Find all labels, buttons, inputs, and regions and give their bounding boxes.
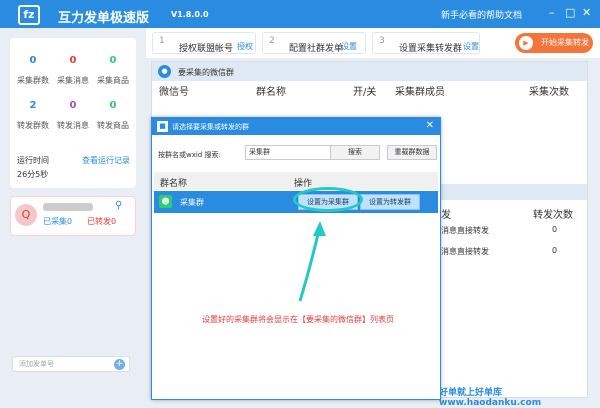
forward-row-2-text: 消息直接转发	[441, 247, 489, 256]
configure-link[interactable]: 设置	[341, 41, 357, 52]
add-account-field[interactable]: 添加发单号 +	[12, 356, 130, 372]
col-wechat-id: 微信号	[159, 87, 189, 98]
collect-forward-link[interactable]: 设置	[463, 41, 479, 52]
select-group-dialog: ■ 请选择要采集或转发的群 ✕ 按群名或wxid 搜索: 采集群 搜索 重载群数…	[151, 117, 441, 400]
col-on-off: 开/关	[353, 87, 377, 98]
account-card[interactable]: Q 已采集0 已转发0 ⚲	[10, 196, 136, 236]
stat-forward-groups: 2 转发群数	[17, 100, 49, 130]
title-bar: fz 互力发单极速版 V1.8.0.0 新手必看的帮助文档 – □ ✕	[0, 0, 600, 28]
step-collect-forward: 3 设置采集转发群 设置	[372, 32, 480, 54]
app-logo: fz	[18, 5, 40, 25]
col-forward: 发	[441, 210, 451, 221]
account-name-redacted	[43, 203, 93, 211]
forward-row-1-text: 消息直接转发	[441, 226, 489, 235]
stat-collect-messages: 0 采集消息	[57, 55, 89, 85]
col-group-name: 群名称	[256, 87, 286, 98]
add-icon[interactable]: +	[114, 359, 125, 370]
stat-forward-messages: 0 转发消息	[57, 100, 89, 130]
view-run-log-link[interactable]: 查看运行记录	[82, 155, 130, 166]
person-settings-icon[interactable]: ⚲	[115, 200, 122, 211]
close-button[interactable]: ✕	[582, 6, 591, 19]
runtime-label: 运行时间	[17, 156, 49, 165]
account-collected: 已采集0	[43, 217, 73, 226]
play-icon: ▶	[519, 36, 533, 50]
stat-collect-groups: 0 采集群数	[17, 55, 49, 85]
watermark: 好单就上好单库 www.haodanku.com	[439, 388, 542, 408]
step-authorize: 1 授权联盟帐号 授权	[152, 32, 256, 54]
annotation-arrow	[298, 221, 326, 302]
stat-collect-products: 0 采集商品	[97, 55, 129, 85]
account-forwarded: 已转发0	[87, 217, 117, 226]
col-collect-count: 采集次数	[529, 87, 569, 98]
collect-groups-header: ● 要采集的微信群	[152, 62, 587, 81]
runtime-value: 26分5秒	[17, 170, 49, 179]
minimize-button[interactable]: –	[549, 6, 555, 19]
forward-row-2-count: 0	[552, 246, 558, 255]
forward-row-1-count: 0	[552, 225, 558, 234]
maximize-button[interactable]: □	[565, 6, 575, 19]
stat-forward-products: 0 转发商品	[97, 100, 129, 130]
avatar: Q	[15, 204, 37, 226]
step-configure: 2 配置社群发单 设置	[262, 32, 366, 54]
col-forward-count: 转发次数	[533, 210, 573, 221]
app-version: V1.8.0.0	[171, 10, 209, 19]
col-collect-members: 采集群成员	[395, 87, 445, 98]
help-doc-link[interactable]: 新手必看的帮助文档	[441, 8, 522, 21]
annotation-text: 设置好的采集群将会显示在【要采集的微信群】列表页	[202, 315, 394, 324]
start-collect-forward-button[interactable]: ▶ 开始采集转发	[515, 33, 593, 53]
app-title: 互力发单极速版	[58, 11, 150, 26]
wechat-icon: ●	[158, 65, 171, 78]
authorize-link[interactable]: 授权	[237, 41, 253, 52]
